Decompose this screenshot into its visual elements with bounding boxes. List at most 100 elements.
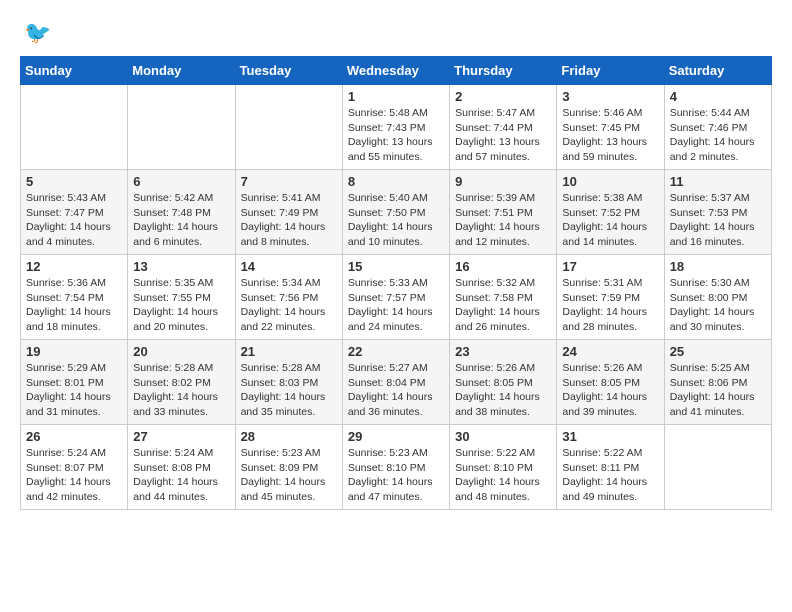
calendar-cell: 9 Sunrise: 5:39 AMSunset: 7:51 PMDaylight… — [450, 170, 557, 255]
day-number: 30 — [455, 429, 551, 444]
day-number: 28 — [241, 429, 337, 444]
day-number: 5 — [26, 174, 122, 189]
day-number: 9 — [455, 174, 551, 189]
day-number: 7 — [241, 174, 337, 189]
day-number: 27 — [133, 429, 229, 444]
day-info: Sunrise: 5:42 AMSunset: 7:48 PMDaylight:… — [133, 191, 229, 250]
day-info: Sunrise: 5:39 AMSunset: 7:51 PMDaylight:… — [455, 191, 551, 250]
day-info: Sunrise: 5:23 AMSunset: 8:10 PMDaylight:… — [348, 446, 444, 505]
day-info: Sunrise: 5:46 AMSunset: 7:45 PMDaylight:… — [562, 106, 658, 165]
calendar-cell — [21, 85, 128, 170]
day-info: Sunrise: 5:24 AMSunset: 8:08 PMDaylight:… — [133, 446, 229, 505]
calendar-cell: 25 Sunrise: 5:25 AMSunset: 8:06 PMDayligh… — [664, 340, 771, 425]
calendar-cell: 23 Sunrise: 5:26 AMSunset: 8:05 PMDayligh… — [450, 340, 557, 425]
calendar-cell — [235, 85, 342, 170]
day-info: Sunrise: 5:40 AMSunset: 7:50 PMDaylight:… — [348, 191, 444, 250]
calendar-cell — [128, 85, 235, 170]
day-number: 11 — [670, 174, 766, 189]
calendar-cell: 13 Sunrise: 5:35 AMSunset: 7:55 PMDayligh… — [128, 255, 235, 340]
day-number: 18 — [670, 259, 766, 274]
day-number: 29 — [348, 429, 444, 444]
day-number: 21 — [241, 344, 337, 359]
day-info: Sunrise: 5:41 AMSunset: 7:49 PMDaylight:… — [241, 191, 337, 250]
days-header-row: Sunday Monday Tuesday Wednesday Thursday… — [21, 57, 772, 85]
calendar-cell: 21 Sunrise: 5:28 AMSunset: 8:03 PMDayligh… — [235, 340, 342, 425]
day-number: 10 — [562, 174, 658, 189]
header-friday: Friday — [557, 57, 664, 85]
day-info: Sunrise: 5:36 AMSunset: 7:54 PMDaylight:… — [26, 276, 122, 335]
day-number: 14 — [241, 259, 337, 274]
day-info: Sunrise: 5:31 AMSunset: 7:59 PMDaylight:… — [562, 276, 658, 335]
calendar-cell: 3Sunrise: 5:46 AMSunset: 7:45 PMDaylight… — [557, 85, 664, 170]
day-info: Sunrise: 5:22 AMSunset: 8:11 PMDaylight:… — [562, 446, 658, 505]
day-info: Sunrise: 5:32 AMSunset: 7:58 PMDaylight:… — [455, 276, 551, 335]
calendar-cell: 26 Sunrise: 5:24 AMSunset: 8:07 PMDayligh… — [21, 425, 128, 510]
day-number: 17 — [562, 259, 658, 274]
day-info: Sunrise: 5:26 AMSunset: 8:05 PMDaylight:… — [562, 361, 658, 420]
day-number: 1 — [348, 89, 444, 104]
day-info: Sunrise: 5:48 AMSunset: 7:43 PMDaylight:… — [348, 106, 444, 165]
day-number: 25 — [670, 344, 766, 359]
calendar-cell: 27 Sunrise: 5:24 AMSunset: 8:08 PMDayligh… — [128, 425, 235, 510]
calendar-cell: 4Sunrise: 5:44 AMSunset: 7:46 PMDaylight… — [664, 85, 771, 170]
calendar-cell: 1 Sunrise: 5:48 AMSunset: 7:43 PMDaylight… — [342, 85, 449, 170]
day-info: Sunrise: 5:35 AMSunset: 7:55 PMDaylight:… — [133, 276, 229, 335]
calendar-week-row: 5 Sunrise: 5:43 AMSunset: 7:47 PMDaylight… — [21, 170, 772, 255]
calendar-week-row: 12Sunrise: 5:36 AMSunset: 7:54 PMDayligh… — [21, 255, 772, 340]
day-info: Sunrise: 5:24 AMSunset: 8:07 PMDaylight:… — [26, 446, 122, 505]
calendar-cell: 31 Sunrise: 5:22 AMSunset: 8:11 PMDayligh… — [557, 425, 664, 510]
day-number: 19 — [26, 344, 122, 359]
day-number: 23 — [455, 344, 551, 359]
calendar-week-row: 26 Sunrise: 5:24 AMSunset: 8:07 PMDayligh… — [21, 425, 772, 510]
day-info: Sunrise: 5:33 AMSunset: 7:57 PMDaylight:… — [348, 276, 444, 335]
day-info: Sunrise: 5:34 AMSunset: 7:56 PMDaylight:… — [241, 276, 337, 335]
day-number: 8 — [348, 174, 444, 189]
day-number: 6 — [133, 174, 229, 189]
day-info: Sunrise: 5:38 AMSunset: 7:52 PMDaylight:… — [562, 191, 658, 250]
calendar-table: Sunday Monday Tuesday Wednesday Thursday… — [20, 56, 772, 510]
day-info: Sunrise: 5:23 AMSunset: 8:09 PMDaylight:… — [241, 446, 337, 505]
day-info: Sunrise: 5:28 AMSunset: 8:02 PMDaylight:… — [133, 361, 229, 420]
calendar-cell: 14 Sunrise: 5:34 AMSunset: 7:56 PMDayligh… — [235, 255, 342, 340]
day-info: Sunrise: 5:29 AMSunset: 8:01 PMDaylight:… — [26, 361, 122, 420]
day-number: 31 — [562, 429, 658, 444]
day-info: Sunrise: 5:22 AMSunset: 8:10 PMDaylight:… — [455, 446, 551, 505]
day-number: 20 — [133, 344, 229, 359]
calendar-cell — [664, 425, 771, 510]
day-number: 26 — [26, 429, 122, 444]
day-info: Sunrise: 5:44 AMSunset: 7:46 PMDaylight:… — [670, 106, 766, 165]
day-number: 15 — [348, 259, 444, 274]
day-info: Sunrise: 5:43 AMSunset: 7:47 PMDaylight:… — [26, 191, 122, 250]
header-sunday: Sunday — [21, 57, 128, 85]
calendar-cell: 28 Sunrise: 5:23 AMSunset: 8:09 PMDayligh… — [235, 425, 342, 510]
calendar-cell: 15 Sunrise: 5:33 AMSunset: 7:57 PMDayligh… — [342, 255, 449, 340]
day-info: Sunrise: 5:30 AMSunset: 8:00 PMDaylight:… — [670, 276, 766, 335]
logo: 🐦 — [20, 20, 51, 46]
calendar-cell: 29 Sunrise: 5:23 AMSunset: 8:10 PMDayligh… — [342, 425, 449, 510]
calendar-cell: 22Sunrise: 5:27 AMSunset: 8:04 PMDayligh… — [342, 340, 449, 425]
header-wednesday: Wednesday — [342, 57, 449, 85]
calendar-cell: 10 Sunrise: 5:38 AMSunset: 7:52 PMDayligh… — [557, 170, 664, 255]
calendar-week-row: 1 Sunrise: 5:48 AMSunset: 7:43 PMDaylight… — [21, 85, 772, 170]
calendar-cell: 17 Sunrise: 5:31 AMSunset: 7:59 PMDayligh… — [557, 255, 664, 340]
header-thursday: Thursday — [450, 57, 557, 85]
day-number: 13 — [133, 259, 229, 274]
calendar-cell: 5 Sunrise: 5:43 AMSunset: 7:47 PMDaylight… — [21, 170, 128, 255]
calendar-cell: 16Sunrise: 5:32 AMSunset: 7:58 PMDayligh… — [450, 255, 557, 340]
calendar-cell: 18 Sunrise: 5:30 AMSunset: 8:00 PMDayligh… — [664, 255, 771, 340]
calendar-cell: 7 Sunrise: 5:41 AMSunset: 7:49 PMDaylight… — [235, 170, 342, 255]
calendar-cell: 12Sunrise: 5:36 AMSunset: 7:54 PMDayligh… — [21, 255, 128, 340]
logo-bird-icon: 🐦 — [24, 20, 51, 46]
calendar-cell: 11Sunrise: 5:37 AMSunset: 7:53 PMDayligh… — [664, 170, 771, 255]
day-info: Sunrise: 5:27 AMSunset: 8:04 PMDaylight:… — [348, 361, 444, 420]
calendar-cell: 19 Sunrise: 5:29 AMSunset: 8:01 PMDayligh… — [21, 340, 128, 425]
page-header: 🐦 — [20, 20, 772, 46]
day-number: 24 — [562, 344, 658, 359]
calendar-cell: 30 Sunrise: 5:22 AMSunset: 8:10 PMDayligh… — [450, 425, 557, 510]
calendar-cell: 24 Sunrise: 5:26 AMSunset: 8:05 PMDayligh… — [557, 340, 664, 425]
day-info: Sunrise: 5:26 AMSunset: 8:05 PMDaylight:… — [455, 361, 551, 420]
day-info: Sunrise: 5:25 AMSunset: 8:06 PMDaylight:… — [670, 361, 766, 420]
day-info: Sunrise: 5:28 AMSunset: 8:03 PMDaylight:… — [241, 361, 337, 420]
calendar-cell: 20 Sunrise: 5:28 AMSunset: 8:02 PMDayligh… — [128, 340, 235, 425]
calendar-week-row: 19 Sunrise: 5:29 AMSunset: 8:01 PMDayligh… — [21, 340, 772, 425]
